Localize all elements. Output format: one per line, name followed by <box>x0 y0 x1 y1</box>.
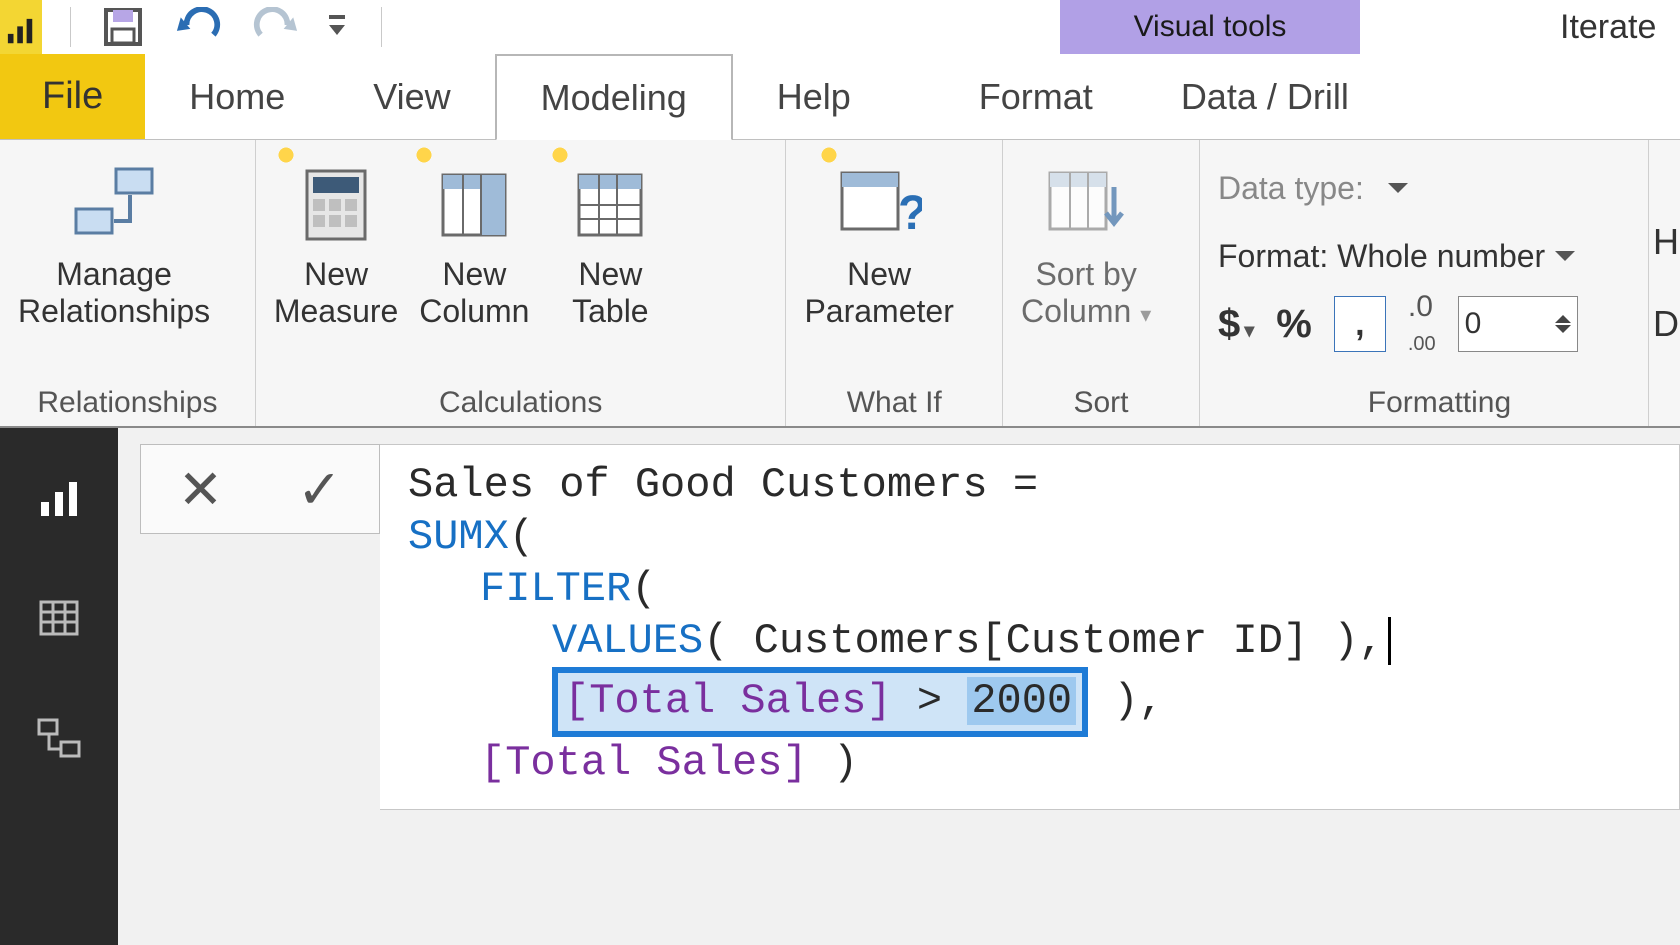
tab-data-drill[interactable]: Data / Drill <box>1137 54 1393 139</box>
separator <box>70 7 71 47</box>
data-view-button[interactable] <box>29 588 89 648</box>
new-column-button[interactable]: New Column <box>414 154 534 330</box>
qat-left <box>0 0 382 54</box>
contextual-tab-header: Visual tools <box>1060 0 1360 54</box>
new-column-label: New Column <box>419 256 529 330</box>
parameter-icon: ? <box>834 160 924 250</box>
text-cursor <box>1388 617 1391 665</box>
quick-access-toolbar <box>0 0 1680 54</box>
dax-line: VALUES( Customers[Customer ID] ), <box>408 615 1655 667</box>
window-title-fragment: Iterate <box>1560 0 1680 54</box>
report-view-button[interactable] <box>29 468 89 528</box>
powerbi-logo-icon <box>6 18 36 46</box>
currency-button[interactable]: $▾ <box>1218 302 1254 347</box>
dax-line: [Total Sales] > 2000 ), <box>408 667 1655 737</box>
manage-relationships-button[interactable]: Manage Relationships <box>18 154 210 330</box>
chevron-down-icon: ▾ <box>1140 302 1151 327</box>
work-area: ✕ ✓ Sales of Good Customers = SUMX( FILT… <box>0 428 1680 945</box>
manage-relationships-label: Manage Relationships <box>18 256 210 330</box>
view-switcher <box>0 428 118 945</box>
relationship-icon <box>35 714 83 762</box>
dax-line: FILTER( <box>408 563 1655 615</box>
thousands-separator-button[interactable]: , <box>1334 296 1386 352</box>
tab-modeling[interactable]: Modeling <box>495 54 733 141</box>
chevron-down-icon <box>327 13 347 41</box>
decimal-places-input[interactable]: 0 <box>1458 296 1578 352</box>
percent-button[interactable]: % <box>1276 302 1312 347</box>
data-type-label: Data type: <box>1218 170 1364 207</box>
tab-format[interactable]: Format <box>935 54 1137 139</box>
group-label-sort: Sort <box>1021 380 1181 422</box>
app-logo <box>0 0 42 54</box>
save-icon <box>101 5 145 49</box>
canvas: ✕ ✓ Sales of Good Customers = SUMX( FILT… <box>118 428 1680 945</box>
new-measure-label: New Measure <box>274 256 399 330</box>
new-table-button[interactable]: New Table <box>550 154 670 330</box>
svg-text:?: ? <box>898 187 922 240</box>
group-label-calculations: Calculations <box>274 380 768 422</box>
group-label-relationships: Relationships <box>18 380 237 422</box>
save-button[interactable] <box>99 3 147 51</box>
group-formatting: Data type: Format: Whole number $▾ % , .… <box>1200 140 1680 426</box>
group-sort: Sort by Column ▾ Sort <box>1003 140 1200 426</box>
separator <box>381 7 382 47</box>
tab-view[interactable]: View <box>329 54 494 139</box>
formula-bar: ✕ ✓ Sales of Good Customers = SUMX( FILT… <box>140 444 1680 804</box>
redo-button[interactable] <box>251 3 299 51</box>
qat-customize-button[interactable] <box>327 13 347 41</box>
dax-line: SUMX( <box>408 511 1655 563</box>
highlighted-condition: [Total Sales] > 2000 <box>552 667 1088 737</box>
new-measure-button[interactable]: New Measure <box>274 154 399 330</box>
group-whatif: ? New Parameter What If <box>786 140 1003 426</box>
cut-text: H <box>1653 221 1680 263</box>
decimal-places-value: 0 <box>1465 307 1482 341</box>
group-label-whatif: What If <box>804 380 984 422</box>
tab-help[interactable]: Help <box>733 54 895 139</box>
ribbon-cutoff: H D <box>1648 140 1680 426</box>
format-dropdown[interactable]: Format: Whole number <box>1218 238 1575 275</box>
group-calculations: New Measure New Column <box>256 140 787 426</box>
cut-text: D <box>1653 303 1680 345</box>
chevron-down-icon: ▾ <box>1244 320 1254 342</box>
data-type-dropdown[interactable] <box>1378 170 1408 207</box>
decimal-precision-icon: .0.00 <box>1408 290 1436 358</box>
column-icon <box>429 160 519 250</box>
new-parameter-label: New Parameter <box>804 256 953 330</box>
new-parameter-button[interactable]: ? New Parameter <box>804 154 953 330</box>
relationships-icon <box>69 160 159 250</box>
table-icon <box>565 160 655 250</box>
model-view-button[interactable] <box>29 708 89 768</box>
ribbon: Manage Relationships Relationships New M… <box>0 140 1680 428</box>
spinner[interactable] <box>1555 307 1571 341</box>
group-label-formatting: Formatting <box>1218 380 1661 422</box>
new-table-label: New Table <box>572 256 649 330</box>
commit-formula-button[interactable]: ✓ <box>297 458 342 521</box>
ribbon-tabs: File Home View Modeling Help Format Data… <box>0 54 1680 140</box>
measure-icon <box>291 160 381 250</box>
sort-icon <box>1041 160 1131 250</box>
bar-chart-icon <box>35 474 83 522</box>
undo-button[interactable] <box>175 3 223 51</box>
dax-line: [Total Sales] ) <box>408 737 1655 789</box>
sort-by-column-button[interactable]: Sort by Column ▾ <box>1021 154 1151 330</box>
tab-file[interactable]: File <box>0 54 145 139</box>
formula-action-buttons: ✕ ✓ <box>140 444 380 534</box>
undo-icon <box>175 7 223 47</box>
dax-line: Sales of Good Customers = <box>408 459 1655 511</box>
formula-editor[interactable]: Sales of Good Customers = SUMX( FILTER( … <box>380 444 1680 810</box>
table-icon <box>35 594 83 642</box>
tab-home[interactable]: Home <box>145 54 329 139</box>
group-relationships: Manage Relationships Relationships <box>0 140 256 426</box>
cancel-formula-button[interactable]: ✕ <box>178 458 223 521</box>
sort-by-column-label: Sort by Column ▾ <box>1021 256 1151 330</box>
redo-icon <box>251 7 299 47</box>
